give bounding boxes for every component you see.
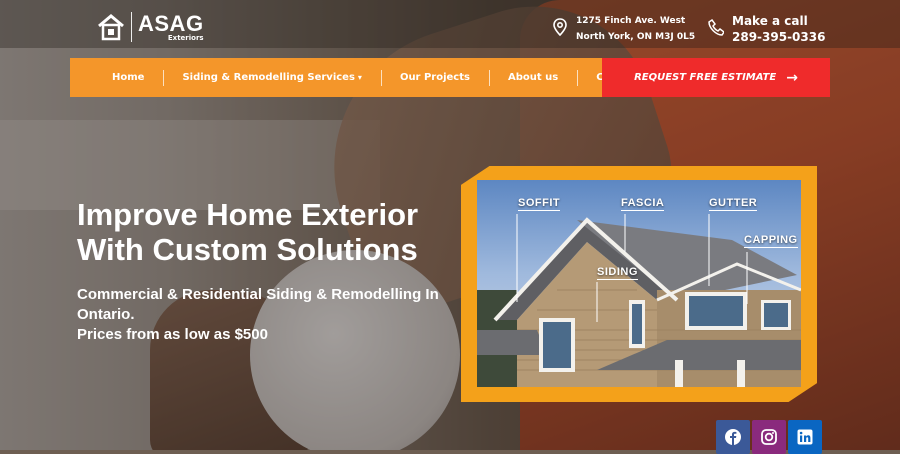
facebook-icon: [725, 429, 741, 445]
facebook-button[interactable]: [716, 420, 750, 454]
brand-name: ASAG: [138, 10, 204, 36]
hero-headline: Improve Home Exterior With Custom Soluti…: [77, 197, 457, 267]
instagram-button[interactable]: [752, 420, 786, 454]
address-line-1: 1275 Finch Ave. West: [576, 16, 686, 26]
label-soffit: SOFFIT: [518, 197, 561, 211]
nav-projects[interactable]: Our Projects: [380, 70, 489, 86]
label-siding-text: SIDING: [597, 266, 638, 278]
request-estimate-button[interactable]: REQUEST FREE ESTIMATE →: [602, 58, 830, 97]
phone-block[interactable]: Make a call 289-395-0336: [708, 13, 825, 45]
label-siding: SIDING: [597, 266, 638, 280]
map-pin-icon: [553, 18, 567, 36]
linkedin-button[interactable]: [788, 420, 822, 454]
nav-home[interactable]: Home: [70, 72, 163, 83]
logo-divider: [131, 12, 132, 42]
instagram-icon: [761, 429, 777, 445]
label-capping-text: CAPPING: [744, 234, 798, 246]
hero-subtext: Commercial & Residential Siding & Remode…: [77, 285, 457, 345]
hero-sub-line-3: Prices from as low as $500: [77, 326, 268, 343]
house-icon: [98, 14, 124, 41]
phone-icon: [708, 18, 724, 36]
address-block: 1275 Finch Ave. West North York, ON M3J …: [552, 13, 695, 45]
label-fascia-text: FASCIA: [621, 197, 665, 209]
address-line-2: North York, ON M3J 0L5: [576, 32, 696, 42]
house-diagram-image: SOFFIT FASCIA GUTTER CAPPING SIDING: [477, 180, 801, 387]
hero-headline-line-2: With Custom Solutions: [77, 232, 418, 267]
request-estimate-label: REQUEST FREE ESTIMATE: [634, 72, 777, 83]
label-gutter: GUTTER: [709, 197, 758, 211]
phone-label: Make a call: [732, 14, 808, 28]
hero-headline-line-1: Improve Home Exterior: [77, 197, 419, 232]
label-fascia: FASCIA: [621, 197, 665, 211]
label-capping: CAPPING: [744, 234, 798, 248]
arrow-right-icon: →: [786, 69, 798, 86]
nav-services-label: Siding & Remodelling Services: [182, 72, 355, 83]
nav-about[interactable]: About us: [488, 70, 577, 86]
label-gutter-text: GUTTER: [709, 197, 758, 209]
main-nav: Home Siding & Remodelling Services ▾ Our …: [70, 58, 656, 97]
nav-services[interactable]: Siding & Remodelling Services ▾: [163, 70, 380, 86]
label-soffit-text: SOFFIT: [518, 197, 561, 209]
site-logo[interactable]: ASAG Exteriors: [97, 12, 204, 42]
chevron-down-icon: ▾: [357, 73, 362, 82]
linkedin-icon: [797, 429, 813, 445]
hero-sub-line-2: Ontario.: [77, 306, 135, 323]
hero-sub-line-1: Commercial & Residential Siding & Remode…: [77, 286, 439, 303]
phone-number[interactable]: 289-395-0336: [732, 29, 825, 45]
house-illustration: [477, 214, 801, 387]
